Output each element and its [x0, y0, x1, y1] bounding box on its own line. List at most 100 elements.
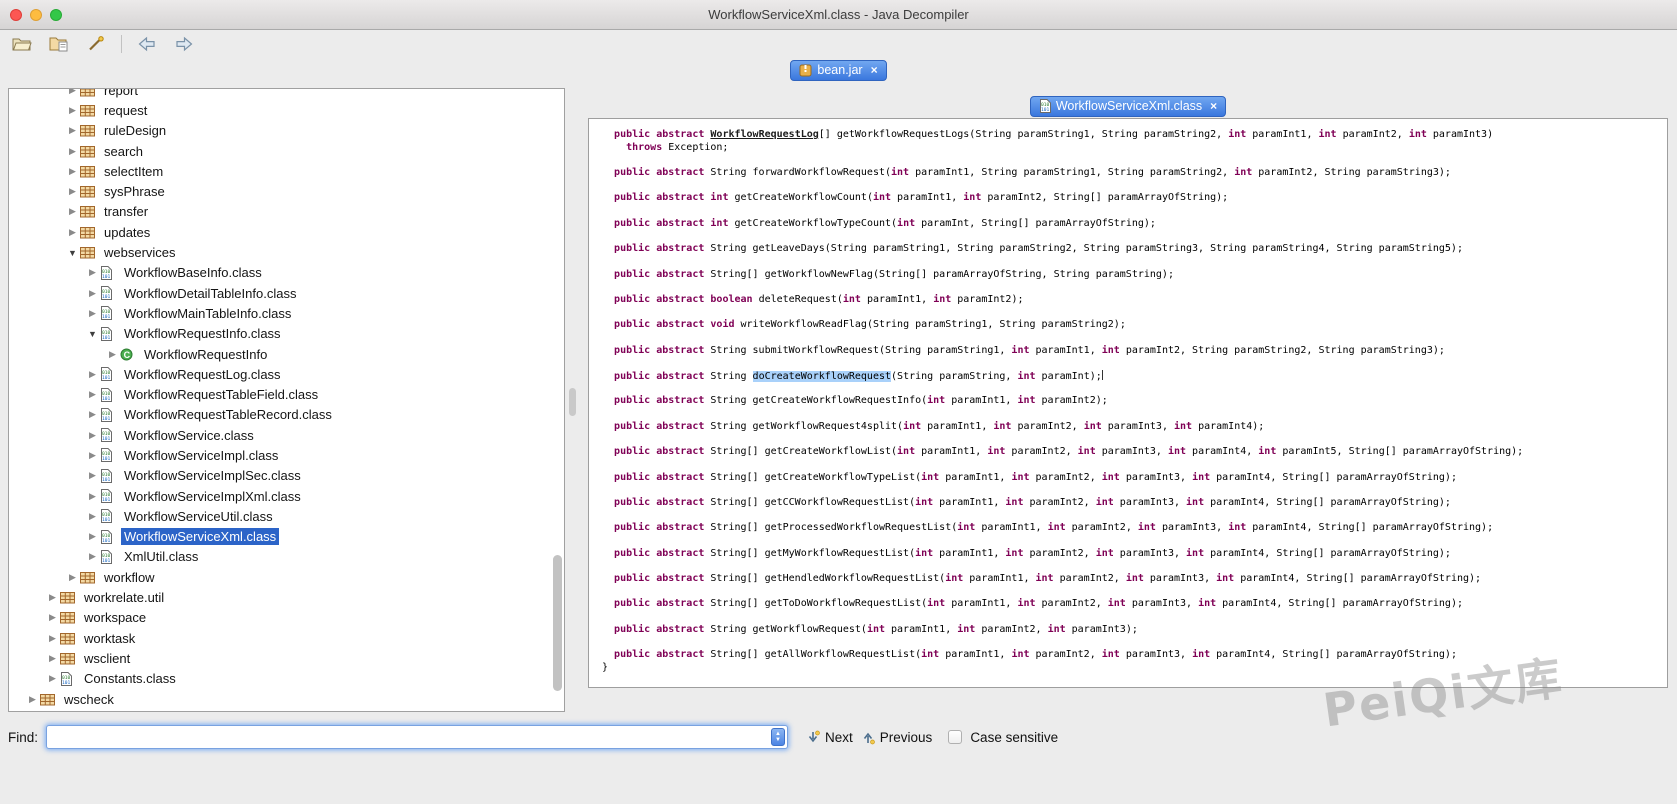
expand-arrow-icon[interactable]: ▶	[45, 673, 60, 684]
expand-arrow-icon[interactable]: ▶	[85, 308, 100, 319]
tab-bean-jar[interactable]: bean.jar ×	[790, 60, 886, 81]
tree-item-workrelate-util[interactable]: ▶workrelate.util	[9, 587, 564, 607]
split-divider-handle[interactable]	[569, 388, 576, 416]
expand-arrow-icon[interactable]: ▶	[65, 186, 80, 197]
expand-arrow-icon[interactable]: ▶	[85, 511, 100, 522]
navigate-forward-button[interactable]	[172, 34, 196, 54]
stepper-icon[interactable]: ▲▼	[771, 728, 785, 746]
expand-arrow-icon[interactable]: ▶	[45, 612, 60, 623]
expand-arrow-icon[interactable]: ▶	[85, 389, 100, 400]
split-divider[interactable]	[566, 88, 586, 712]
expand-arrow-icon[interactable]: ▶	[65, 88, 80, 96]
tree-item-workflowdetailtableinfo-class[interactable]: ▶010101WorkflowDetailTableInfo.class	[9, 283, 564, 303]
tree-item-search[interactable]: ▶ search	[9, 141, 564, 161]
expand-arrow-icon[interactable]: ▶	[65, 572, 80, 583]
case-sensitive-checkbox[interactable]	[948, 730, 962, 744]
expand-arrow-icon[interactable]: ▶	[65, 166, 80, 177]
expand-arrow-icon[interactable]: ▶	[85, 470, 100, 481]
expand-arrow-icon[interactable]: ▶	[45, 653, 60, 664]
open-file-icon	[12, 36, 32, 52]
tree-item-transfer[interactable]: ▶ transfer	[9, 202, 564, 222]
svg-text:101: 101	[102, 477, 111, 483]
text-caret	[1102, 370, 1103, 380]
tree-item-workflowserviceutil-class[interactable]: ▶010101WorkflowServiceUtil.class	[9, 506, 564, 526]
tree-item-workflowbaseinfo-class[interactable]: ▶010101WorkflowBaseInfo.class	[9, 263, 564, 283]
close-jar-tab-icon[interactable]: ×	[871, 64, 878, 76]
tree-item-label: transfer	[101, 203, 151, 220]
expand-arrow-icon[interactable]: ▶	[45, 633, 60, 644]
tree-item-workflowrequestinfo-class[interactable]: ▼010101WorkflowRequestInfo.class	[9, 324, 564, 344]
tree-item-workflowserviceimplxml-class[interactable]: ▶010101WorkflowServiceImplXml.class	[9, 486, 564, 506]
tree-item-updates[interactable]: ▶updates	[9, 222, 564, 242]
tree-item-sysphrase[interactable]: ▶sysPhrase	[9, 181, 564, 201]
tree-item-ruledesign[interactable]: ▶ruleDesign	[9, 121, 564, 141]
tab-workflowservicexml-class[interactable]: 010101 WorkflowServiceXml.class ×	[1030, 96, 1226, 117]
expand-arrow-icon[interactable]: ▶	[65, 206, 80, 217]
minimize-window-button[interactable]	[30, 9, 42, 21]
expand-arrow-icon[interactable]: ▶	[65, 125, 80, 136]
expand-arrow-icon[interactable]: ▶	[85, 491, 100, 502]
search-wand-button[interactable]	[84, 34, 108, 54]
tree-item-workflowserviceimpl-class[interactable]: ▶010101WorkflowServiceImpl.class	[9, 445, 564, 465]
tree-item-worktask[interactable]: ▶worktask	[9, 628, 564, 648]
tree-item-workflowservice-class[interactable]: ▶010101WorkflowService.class	[9, 425, 564, 445]
tree-item-workflowrequestlog-class[interactable]: ▶010101WorkflowRequestLog.class	[9, 364, 564, 384]
expand-arrow-icon[interactable]: ▶	[85, 267, 100, 278]
tree-item-selectitem[interactable]: ▶selectItem	[9, 161, 564, 181]
tree-item-xmlutil-class[interactable]: ▶010101XmlUtil.class	[9, 547, 564, 567]
code-line	[602, 383, 1667, 396]
zoom-window-button[interactable]	[50, 9, 62, 21]
tree-item-workflowrequesttablefield-class[interactable]: ▶010101WorkflowRequestTableField.class	[9, 384, 564, 404]
expand-arrow-icon[interactable]: ▶	[85, 409, 100, 420]
collapse-arrow-icon[interactable]: ▼	[85, 329, 100, 339]
tree-item-wsclient[interactable]: ▶wsclient	[9, 648, 564, 668]
tree-item-workspace[interactable]: ▶workspace	[9, 608, 564, 628]
tree-scrollbar[interactable]	[553, 555, 562, 691]
tree-item-label: search	[101, 143, 146, 160]
package-tree-panel[interactable]: ▶report▶request▶ruleDesign▶search▶select…	[8, 88, 565, 712]
expand-arrow-icon[interactable]: ▶	[65, 105, 80, 116]
tree-item-workflowservicexml-class[interactable]: ▶010101WorkflowServiceXml.class	[9, 527, 564, 547]
classfile-icon-wrap: 010101	[100, 509, 117, 523]
package-icon	[60, 611, 75, 624]
close-code-tab-icon[interactable]: ×	[1210, 100, 1217, 112]
tree-item-constants-class[interactable]: ▶010101Constants.class	[9, 669, 564, 689]
expand-arrow-icon[interactable]: ▶	[85, 450, 100, 461]
find-next-button[interactable]: Next	[806, 730, 853, 745]
navigate-back-button[interactable]	[135, 34, 159, 54]
tree-item-workflow[interactable]: ▶ workflow	[9, 567, 564, 587]
tree-item-workflowrequestinfo[interactable]: ▶CWorkflowRequestInfo	[9, 344, 564, 364]
expand-arrow-icon[interactable]: ▶	[85, 430, 100, 441]
tree-item-wscheck[interactable]: ▶ wscheck	[9, 689, 564, 709]
collapse-arrow-icon[interactable]: ▼	[65, 248, 80, 258]
type-link[interactable]: WorkflowRequestLog	[710, 129, 818, 140]
code-line	[602, 307, 1667, 320]
open-folder-button[interactable]	[47, 34, 71, 54]
classgreen-icon-wrap: C	[120, 348, 137, 361]
tree-item-workflowmaintableinfo-class[interactable]: ▶010101WorkflowMainTableInfo.class	[9, 303, 564, 323]
expand-arrow-icon[interactable]: ▶	[25, 694, 40, 705]
close-window-button[interactable]	[10, 9, 22, 21]
tree-item-label: wscheck	[61, 691, 117, 708]
expand-arrow-icon[interactable]: ▶	[65, 146, 80, 157]
expand-arrow-icon[interactable]: ▶	[45, 592, 60, 603]
source-view[interactable]: public abstract WorkflowRequestLog[] get…	[588, 118, 1668, 688]
find-input[interactable]	[46, 725, 788, 749]
tree-item-workflowserviceimplsec-class[interactable]: ▶010101WorkflowServiceImplSec.class	[9, 466, 564, 486]
expand-arrow-icon[interactable]: ▶	[85, 369, 100, 380]
expand-arrow-icon[interactable]: ▶	[65, 227, 80, 238]
package-icon	[80, 185, 95, 198]
tree-item-workflowrequesttablerecord-class[interactable]: ▶010101WorkflowRequestTableRecord.class	[9, 405, 564, 425]
expand-arrow-icon[interactable]: ▶	[105, 349, 120, 360]
tree-item-webservices[interactable]: ▼webservices	[9, 242, 564, 262]
tree-item-label: workflow	[101, 569, 158, 586]
open-file-button[interactable]	[10, 34, 34, 54]
expand-arrow-icon[interactable]: ▶	[85, 531, 100, 542]
tree-item-report[interactable]: ▶report	[9, 88, 564, 100]
tree-item-label: WorkflowServiceImplXml.class	[121, 488, 304, 505]
expand-arrow-icon[interactable]: ▶	[85, 288, 100, 299]
code-line: public abstract String getWorkflowReques…	[602, 421, 1667, 434]
find-previous-button[interactable]: Previous	[861, 730, 933, 745]
tree-item-request[interactable]: ▶request	[9, 100, 564, 120]
expand-arrow-icon[interactable]: ▶	[85, 551, 100, 562]
